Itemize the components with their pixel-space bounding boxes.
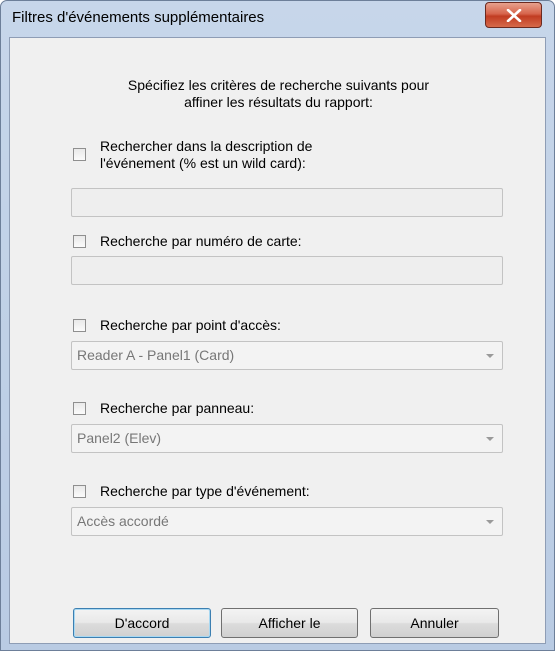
cancel-button[interactable]: Annuler: [370, 608, 499, 638]
close-button[interactable]: [485, 2, 542, 28]
access-point-value: Reader A - Panel1 (Card): [77, 347, 235, 363]
title-bar[interactable]: Filtres d'événements supplémentaires: [1, 1, 554, 37]
panel-label: Recherche par panneau:: [100, 400, 255, 416]
panel-value: Panel2 (Elev): [77, 430, 162, 446]
card-number-input[interactable]: [71, 256, 503, 285]
access-point-dropdown[interactable]: Reader A - Panel1 (Card): [71, 341, 503, 370]
dialog-body: Spécifiez les critères de recherche suiv…: [9, 37, 546, 644]
panel-dropdown[interactable]: Panel2 (Elev): [71, 424, 503, 453]
dialog-window: Filtres d'événements supplémentaires Spé…: [0, 0, 555, 651]
card-number-label: Recherche par numéro de carte:: [100, 233, 302, 249]
show-button[interactable]: Afficher le: [221, 608, 358, 638]
access-point-checkbox[interactable]: [73, 319, 86, 332]
panel-checkbox[interactable]: [73, 402, 86, 415]
event-type-checkbox[interactable]: [73, 485, 86, 498]
event-type-filter-row: Recherche par type d'événement:: [73, 483, 310, 500]
chevron-down-icon: [486, 354, 494, 358]
event-type-value: Accès accordé: [77, 513, 169, 529]
card-number-filter-row: Recherche par numéro de carte:: [73, 233, 302, 250]
access-point-label: Recherche par point d'accès:: [100, 317, 281, 333]
event-type-label: Recherche par type d'événement:: [100, 483, 310, 499]
event-type-dropdown[interactable]: Accès accordé: [71, 507, 503, 536]
description-filter-checkbox[interactable]: [73, 148, 86, 161]
description-filter-label: Rechercher dans la description de l'évén…: [100, 138, 313, 171]
chevron-down-icon: [486, 520, 494, 524]
instructions-text: Spécifiez les critères de recherche suiv…: [127, 77, 430, 110]
description-filter-row: Rechercher dans la description de l'évén…: [73, 138, 312, 172]
chevron-down-icon: [486, 437, 494, 441]
panel-filter-row: Recherche par panneau:: [73, 400, 254, 417]
access-point-filter-row: Recherche par point d'accès:: [73, 317, 281, 334]
card-number-checkbox[interactable]: [73, 235, 86, 248]
description-input[interactable]: [71, 188, 503, 217]
ok-button[interactable]: D'accord: [73, 608, 211, 638]
close-x-icon: [506, 9, 522, 22]
window-title: Filtres d'événements supplémentaires: [12, 9, 265, 26]
